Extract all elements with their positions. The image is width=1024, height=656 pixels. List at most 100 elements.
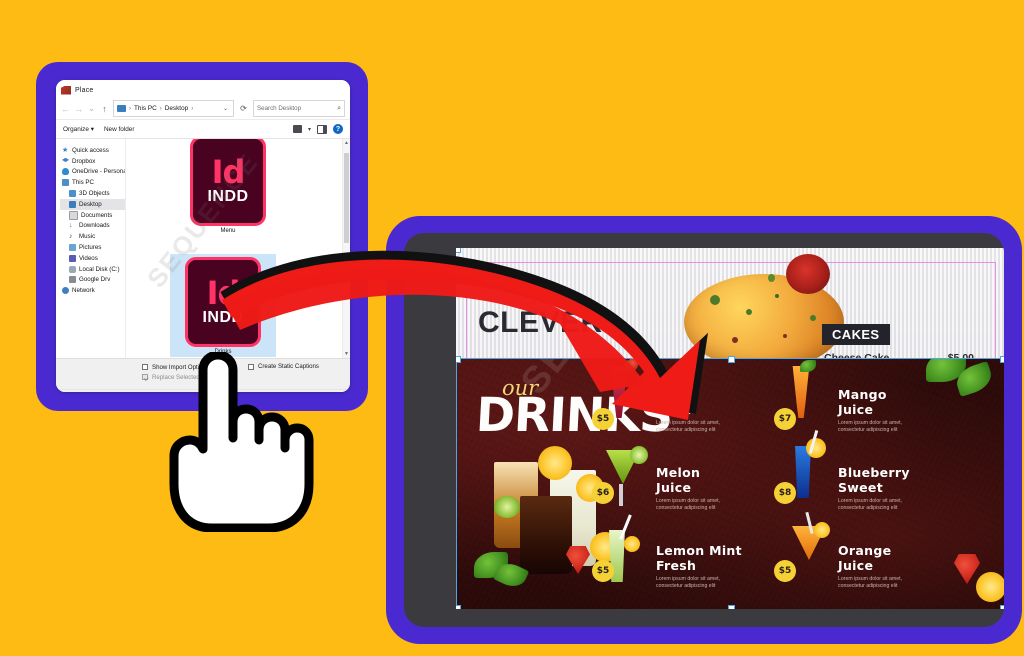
downloads-icon: ↓ [69, 222, 73, 230]
drink-description: Lorem ipsum dolor sit amet, consectetur … [656, 498, 721, 512]
sidebar-item-documents[interactable]: Documents [60, 210, 125, 221]
show-import-options-checkbox[interactable] [142, 364, 148, 370]
drink-price-badge: $5 [774, 560, 796, 582]
scrollbar-thumb[interactable] [344, 153, 349, 243]
pictures-icon [69, 244, 76, 252]
sidebar-item-local-disk[interactable]: Local Disk (C:) [60, 264, 125, 275]
sidebar-item-label: 3D Objects [79, 190, 110, 198]
sidebar-item-dropbox[interactable]: Dropbox [60, 156, 125, 167]
drink-price-badge: $6 [592, 482, 614, 504]
dialog-navigation-bar: ← → ⌄ ↑ › This PC › Desktop › ⌄ ⟳ Search… [56, 98, 350, 120]
drink-description: Lorem ipsum dolor sit amet, consectetur … [656, 576, 721, 590]
refresh-icon[interactable]: ⟳ [238, 104, 249, 113]
recent-locations-icon[interactable]: ⌄ [87, 103, 96, 114]
drink-name-line2: Sweet [838, 479, 883, 495]
drink-name-line1: Lemon Mint [656, 543, 742, 558]
sidebar-item-label: Network [72, 287, 95, 295]
search-icon: ⌕ [337, 104, 341, 112]
drink-item-blueberry-sweet: Blueberry Sweet Lorem ipsum dolor sit am… [838, 465, 924, 512]
toolbar-right-group: ▾ ? [292, 124, 343, 134]
drink-item-orange-juice: Orange Juice Lorem ipsum dolor sit amet,… [838, 543, 924, 590]
up-arrow-icon[interactable]: ↑ [100, 104, 109, 114]
new-folder-button[interactable]: New folder [104, 126, 135, 133]
drink-item-melon-juice: Melon Juice Lorem ipsum dolor sit amet, … [656, 465, 742, 512]
breadcrumb-item-desktop[interactable]: Desktop [165, 105, 188, 112]
drink-item-lemon-mint-fresh: Lemon Mint Fresh Lorem ipsum dolor sit a… [656, 543, 742, 590]
back-arrow-icon[interactable]: ← [61, 104, 70, 114]
drink-price-badge: $5 [592, 408, 614, 430]
file-name-label: Menu [220, 228, 236, 234]
page-title: CLEVER [478, 306, 603, 339]
breadcrumb-separator-1: › [159, 105, 162, 112]
drink-name-line1: Melon [656, 465, 701, 480]
cocktail-glass-icon [610, 366, 628, 418]
file-item-drinks[interactable]: Id INDD Drinks [170, 254, 276, 357]
sidebar-item-this-pc[interactable]: This PC [60, 177, 125, 188]
drink-description: Lorem ipsum dolor sit amet, consectetur … [838, 576, 903, 590]
replace-selected-item-checkbox[interactable] [142, 374, 148, 380]
banner-title: DRINKS [474, 388, 674, 443]
drink-item-mango-juice: Mango Juice Lorem ipsum dolor sit amet, … [838, 387, 924, 434]
lemon-slice-icon [976, 572, 1004, 602]
basil-leaf-photo [768, 274, 775, 282]
indesign-file-icon: Id INDD [190, 139, 266, 226]
pointing-hand-cursor [160, 350, 320, 537]
sidebar-item-onedrive[interactable]: OneDrive - Personal [60, 167, 125, 178]
sidebar-item-google-drive[interactable]: Google Drv [60, 275, 125, 286]
scroll-down-icon[interactable]: ▼ [343, 351, 350, 357]
chevron-down-icon: ▾ [90, 126, 94, 133]
music-note-icon: ♪ [69, 233, 73, 241]
chevron-down-icon[interactable]: ▾ [308, 126, 311, 133]
mango-juice-glass-photo [790, 360, 816, 418]
sidebar-item-videos[interactable]: Videos [60, 253, 125, 264]
glass-stem [619, 484, 623, 506]
navigation-sidebar: ★ Quick access Dropbox OneDrive - Person… [56, 139, 126, 358]
3d-objects-icon [69, 190, 76, 198]
sidebar-item-desktop[interactable]: Desktop [60, 198, 125, 210]
berry-fresh-glass-photo [608, 358, 640, 418]
scroll-up-icon[interactable]: ▲ [343, 140, 350, 146]
help-icon[interactable]: ? [333, 124, 343, 134]
forward-arrow-icon[interactable]: → [74, 104, 83, 114]
sidebar-item-3d-objects[interactable]: 3D Objects [60, 188, 125, 199]
cola-glass [520, 496, 572, 574]
search-input[interactable]: Search Desktop ⌕ [253, 100, 345, 117]
orange-slice-icon [814, 522, 830, 538]
drink-name-line2: Fresh [656, 401, 697, 417]
sidebar-item-label: This PC [72, 179, 95, 187]
file-list-scrollbar[interactable]: ▲ ▼ [342, 139, 350, 358]
chevron-down-icon[interactable]: ⌄ [223, 105, 230, 112]
sidebar-item-pictures[interactable]: Pictures [60, 242, 125, 253]
file-list-pane[interactable]: Id INDD Menu Id INDD Drinks ▲ [126, 139, 350, 358]
breadcrumb[interactable]: › This PC › Desktop › ⌄ [113, 100, 234, 117]
hard-disk-icon [69, 265, 76, 273]
sidebar-item-label: Music [79, 233, 96, 241]
view-layout-icon[interactable] [292, 125, 302, 133]
sidebar-item-music[interactable]: ♪ Music [60, 231, 125, 242]
file-item-menu[interactable]: Id INDD Menu [175, 139, 281, 236]
orange-juice-glass-photo [792, 512, 830, 560]
selection-handle[interactable] [456, 248, 461, 253]
cocktail-glass-icon [792, 366, 810, 418]
sidebar-item-quick-access[interactable]: ★ Quick access [60, 145, 125, 156]
network-icon [62, 287, 69, 295]
this-pc-icon [62, 179, 69, 187]
sidebar-item-label: OneDrive - Personal [72, 168, 126, 176]
drink-name-line1: Berry [656, 387, 696, 402]
sidebar-item-label: Documents [81, 211, 113, 219]
drink-price-badge: $8 [774, 482, 796, 504]
sidebar-item-label: Downloads [79, 222, 110, 230]
star-icon: ★ [62, 146, 69, 154]
sidebar-item-network[interactable]: Network [60, 285, 125, 296]
sidebar-item-downloads[interactable]: ↓ Downloads [60, 221, 125, 232]
preview-pane-icon[interactable] [317, 124, 327, 134]
screenshot-stage: Place ← → ⌄ ↑ › This PC › Desktop › ⌄ ⟳ [0, 0, 1024, 656]
lime-slice-icon [630, 446, 648, 464]
drink-name-line2: Fresh [656, 557, 697, 573]
drink-name-line1: Orange [838, 543, 892, 558]
desktop-folder-icon [69, 200, 76, 208]
organize-button[interactable]: Organize ▾ [63, 125, 94, 133]
indd-extension-label: INDD [202, 309, 244, 326]
breadcrumb-item-this-pc[interactable]: This PC [134, 105, 157, 112]
indd-extension-label: INDD [207, 188, 249, 205]
